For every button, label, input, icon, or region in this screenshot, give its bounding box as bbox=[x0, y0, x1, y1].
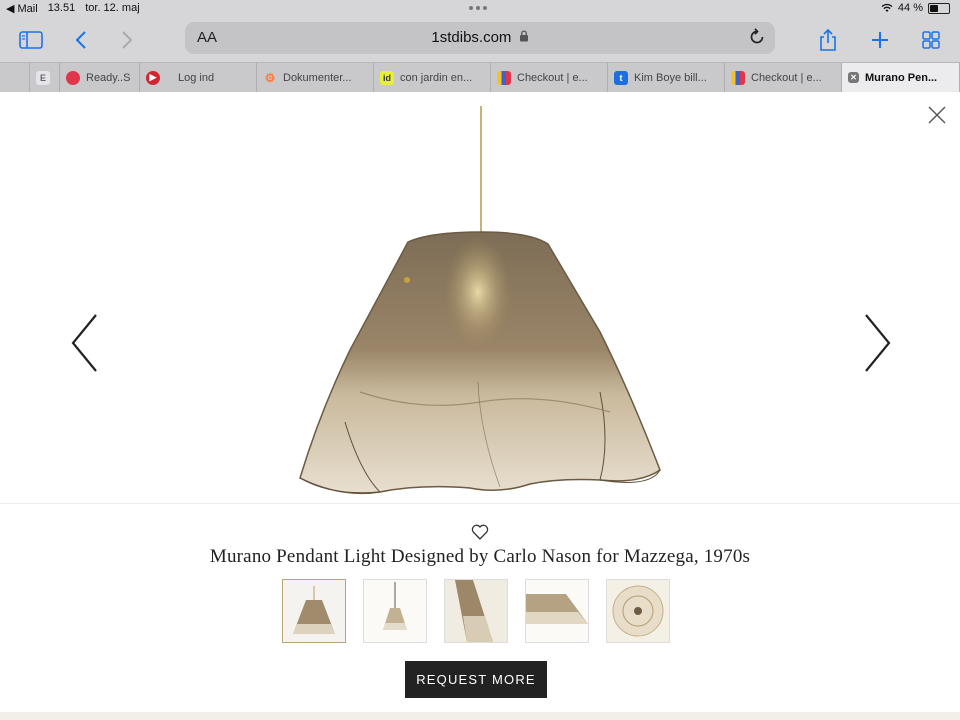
tab-label: Checkout | e... bbox=[517, 71, 588, 84]
tab-1[interactable]: E bbox=[30, 63, 60, 92]
url-text: 1stdibs.com bbox=[431, 29, 512, 46]
wifi-icon bbox=[881, 3, 893, 12]
close-icon[interactable] bbox=[926, 104, 948, 126]
tab-label: Kim Boye bill... bbox=[634, 71, 707, 84]
share-icon[interactable] bbox=[814, 26, 842, 54]
tab-label: con jardin en... bbox=[400, 71, 473, 84]
sidebar-icon[interactable] bbox=[17, 26, 45, 54]
bag-icon bbox=[497, 70, 511, 85]
thumbnail-3[interactable] bbox=[444, 579, 508, 643]
hubspot-icon: ⚙ bbox=[264, 70, 276, 85]
battery-percent: 44 % bbox=[897, 2, 923, 14]
favorite-heart-icon[interactable] bbox=[470, 522, 490, 542]
back-to-app-link[interactable]: ◀ Mail bbox=[6, 2, 38, 15]
battery-icon bbox=[928, 2, 950, 14]
tab-7[interactable]: t Kim Boye bill... bbox=[608, 63, 725, 92]
plus-icon[interactable] bbox=[866, 26, 894, 54]
tab-4[interactable]: ⚙ Dokumenter... bbox=[257, 63, 374, 92]
browser-toolbar: AA 1stdibs.com bbox=[0, 18, 960, 62]
request-more-button[interactable]: REQUEST MORE bbox=[405, 661, 547, 698]
tab-favicon-icon: E bbox=[36, 70, 50, 85]
previous-image-arrow-icon[interactable] bbox=[70, 313, 100, 373]
thumbnail-1[interactable] bbox=[282, 579, 346, 643]
tab-2[interactable]: Ready..S bbox=[60, 63, 140, 92]
thumbnail-2[interactable] bbox=[363, 579, 427, 643]
thumbnail-4[interactable] bbox=[525, 579, 589, 643]
product-image bbox=[299, 106, 661, 495]
tab-strip: E Ready..S ▶ Log ind ⚙ Dokumenter... id … bbox=[0, 62, 960, 92]
tab-5[interactable]: id con jardin en... bbox=[374, 63, 491, 92]
tab-favicon-icon bbox=[66, 70, 80, 85]
tab-pinned-space bbox=[0, 63, 30, 92]
next-image-arrow-icon[interactable] bbox=[862, 313, 892, 373]
thumbnail-5[interactable] bbox=[606, 579, 670, 643]
reload-icon[interactable] bbox=[747, 27, 767, 47]
tab-6[interactable]: Checkout | e... bbox=[491, 63, 608, 92]
status-bar: ◀ Mail 13.51 tor. 12. maj 44 % bbox=[0, 0, 960, 18]
multitasking-dots-icon[interactable] bbox=[469, 6, 487, 10]
tab-label: Checkout | e... bbox=[751, 71, 822, 84]
divider bbox=[0, 503, 960, 504]
tab-label: Ready..S bbox=[86, 71, 131, 84]
clock: 13.51 bbox=[47, 2, 76, 14]
lock-icon bbox=[519, 30, 528, 42]
tab-favicon-icon: t bbox=[614, 70, 628, 85]
tab-3[interactable]: ▶ Log ind bbox=[140, 63, 257, 92]
url-field[interactable]: 1stdibs.com bbox=[185, 29, 775, 46]
bag-icon bbox=[731, 70, 745, 85]
tabs-grid-icon[interactable] bbox=[917, 26, 945, 54]
page-bottom-edge bbox=[0, 712, 960, 720]
thumbnail-strip bbox=[282, 579, 670, 643]
forward-icon[interactable] bbox=[113, 26, 141, 54]
play-icon: ▶ bbox=[146, 70, 160, 85]
tab-favicon-icon: id bbox=[380, 70, 394, 85]
close-tab-icon[interactable]: ✕ bbox=[848, 72, 859, 83]
tab-active[interactable]: ✕ Murano Pen... bbox=[842, 63, 960, 92]
date: tor. 12. maj bbox=[85, 2, 140, 14]
product-title: Murano Pendant Light Designed by Carlo N… bbox=[209, 546, 751, 567]
address-bar[interactable]: AA 1stdibs.com bbox=[185, 22, 775, 54]
tab-label: Log ind bbox=[178, 71, 215, 84]
tab-8[interactable]: Checkout | e... bbox=[725, 63, 842, 92]
product-image-viewer bbox=[0, 92, 960, 502]
tab-label: Murano Pen... bbox=[865, 71, 938, 84]
tab-label: Dokumenter... bbox=[283, 71, 352, 84]
back-icon[interactable] bbox=[67, 26, 95, 54]
